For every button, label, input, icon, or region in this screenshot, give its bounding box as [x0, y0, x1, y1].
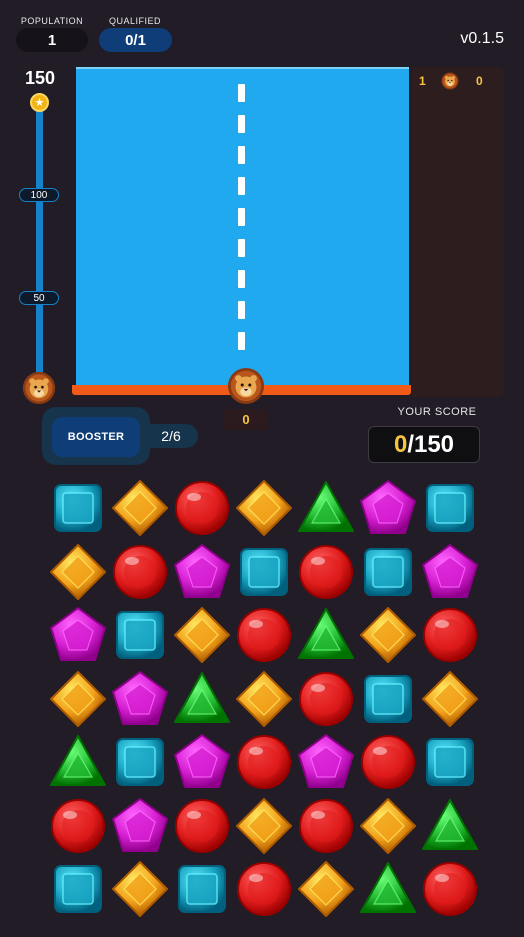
star-icon: ★	[30, 93, 49, 112]
population-label: POPULATION	[20, 16, 84, 26]
progress-mark-100: 100	[19, 188, 59, 202]
lion-avatar-icon	[22, 371, 56, 405]
leaderboard-score: 0	[476, 74, 483, 88]
cube-gem-icon[interactable]	[357, 668, 419, 730]
pentagon-gem-icon[interactable]	[419, 541, 481, 603]
ruby-gem-icon[interactable]	[171, 795, 233, 857]
cube-gem-icon[interactable]	[109, 604, 171, 666]
ruby-gem-icon[interactable]	[419, 604, 481, 666]
player-count-badge: 0	[224, 409, 268, 430]
diamond-gem-icon[interactable]	[109, 477, 171, 539]
score-display: 0/150	[368, 426, 480, 463]
lane-dash	[238, 301, 245, 319]
lane-dash	[238, 332, 245, 350]
progress-max-label: 150	[24, 68, 56, 88]
lane-dash	[238, 115, 245, 133]
diamond-gem-icon[interactable]	[109, 858, 171, 920]
cube-gem-icon[interactable]	[109, 731, 171, 793]
version-label: v0.1.5	[460, 30, 504, 47]
booster-button[interactable]: BOOSTER	[52, 417, 140, 457]
lane-dash	[238, 270, 245, 288]
lane-dash	[238, 239, 245, 257]
diamond-gem-icon[interactable]	[295, 858, 357, 920]
cube-gem-icon[interactable]	[419, 477, 481, 539]
leaderboard-rank: 1	[419, 74, 426, 88]
score-current: 0	[393, 430, 408, 458]
lane-dash	[238, 146, 245, 164]
score-target: /150	[407, 430, 455, 458]
ruby-gem-icon[interactable]	[233, 858, 295, 920]
pentagon-gem-icon[interactable]	[171, 731, 233, 793]
cube-gem-icon[interactable]	[419, 731, 481, 793]
leaderboard-lion-icon	[441, 72, 459, 90]
cube-gem-icon[interactable]	[357, 541, 419, 603]
player-lion-icon	[227, 367, 265, 405]
triangle-gem-icon[interactable]	[357, 858, 419, 920]
triangle-gem-icon[interactable]	[47, 731, 109, 793]
diamond-gem-icon[interactable]	[47, 541, 109, 603]
qualified-value: 0/1	[99, 28, 172, 52]
diamond-gem-icon[interactable]	[233, 477, 295, 539]
ruby-gem-icon[interactable]	[419, 858, 481, 920]
pentagon-gem-icon[interactable]	[47, 604, 109, 666]
diamond-gem-icon[interactable]	[171, 604, 233, 666]
pentagon-gem-icon[interactable]	[357, 477, 419, 539]
ruby-gem-icon[interactable]	[295, 668, 357, 730]
ruby-gem-icon[interactable]	[233, 604, 295, 666]
diamond-gem-icon[interactable]	[233, 668, 295, 730]
score-label: YOUR SCORE	[397, 406, 477, 418]
ruby-gem-icon[interactable]	[47, 795, 109, 857]
triangle-gem-icon[interactable]	[295, 477, 357, 539]
cube-gem-icon[interactable]	[171, 858, 233, 920]
ruby-gem-icon[interactable]	[357, 731, 419, 793]
ruby-gem-icon[interactable]	[109, 541, 171, 603]
progress-mark-50: 50	[19, 291, 59, 305]
triangle-gem-icon[interactable]	[419, 795, 481, 857]
lane-dash	[238, 208, 245, 226]
triangle-gem-icon[interactable]	[295, 604, 357, 666]
ruby-gem-icon[interactable]	[171, 477, 233, 539]
leaderboard-row: 1 0	[412, 72, 504, 90]
pentagon-gem-icon[interactable]	[171, 541, 233, 603]
cube-gem-icon[interactable]	[47, 477, 109, 539]
ruby-gem-icon[interactable]	[295, 795, 357, 857]
pentagon-gem-icon[interactable]	[109, 668, 171, 730]
ruby-gem-icon[interactable]	[295, 541, 357, 603]
diamond-gem-icon[interactable]	[357, 795, 419, 857]
pentagon-gem-icon[interactable]	[109, 795, 171, 857]
ruby-gem-icon[interactable]	[233, 731, 295, 793]
diamond-gem-icon[interactable]	[419, 668, 481, 730]
cube-gem-icon[interactable]	[47, 858, 109, 920]
lane-dash	[238, 177, 245, 195]
progress-track	[36, 100, 43, 382]
diamond-gem-icon[interactable]	[233, 795, 295, 857]
qualified-label: QUALIFIED	[108, 16, 161, 26]
pentagon-gem-icon[interactable]	[295, 731, 357, 793]
cube-gem-icon[interactable]	[233, 541, 295, 603]
booster-count: 2/6	[144, 424, 198, 448]
lane-dash	[238, 84, 245, 102]
diamond-gem-icon[interactable]	[47, 668, 109, 730]
diamond-gem-icon[interactable]	[357, 604, 419, 666]
gem-board	[47, 477, 481, 921]
leaderboard-panel: 1 0	[412, 67, 504, 397]
triangle-gem-icon[interactable]	[171, 668, 233, 730]
population-value: 1	[16, 28, 88, 52]
